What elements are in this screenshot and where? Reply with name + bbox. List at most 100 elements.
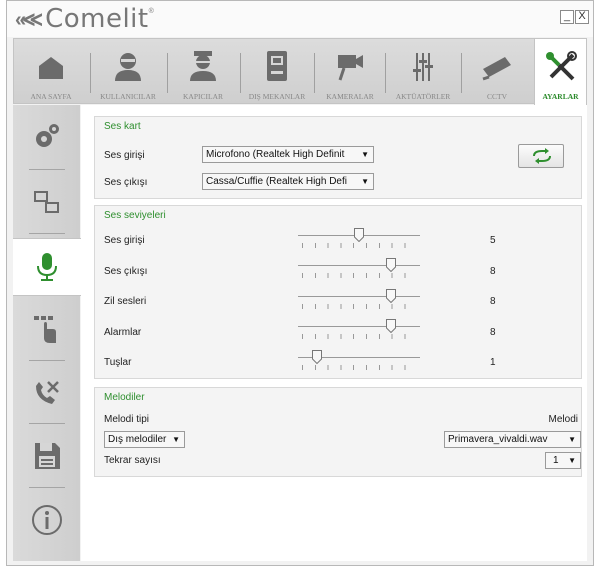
info-icon	[31, 505, 62, 535]
microphone-icon	[37, 253, 57, 281]
logo-registered: ®	[148, 8, 154, 15]
melody-label: Melodi	[548, 414, 578, 425]
actuator-sliders-icon	[413, 53, 433, 81]
melody-type-select[interactable]: Dış melodiler ▼	[104, 431, 185, 448]
nav-settings[interactable]: AYARLAR	[534, 39, 587, 105]
melodies-group: Melodiler Melodi tipi Melodi Dış melodil…	[94, 387, 582, 477]
sound-output-select[interactable]: Cassa/Cuffie (Realtek High Defi ▼	[202, 173, 374, 190]
nav-divider	[314, 53, 315, 93]
logo-text: Comelit	[45, 4, 149, 34]
side-navigation	[13, 105, 81, 561]
slider-thumb[interactable]	[385, 258, 396, 272]
dropdown-arrow-icon: ▼	[361, 177, 369, 186]
phone-tools-icon	[35, 381, 59, 404]
nav-cameras-label: KAMERALAR	[326, 92, 374, 101]
close-button[interactable]: X	[575, 10, 589, 24]
tools-icon	[545, 51, 577, 81]
dropdown-arrow-icon: ▼	[568, 435, 576, 444]
sound-output-value: Cassa/Cuffie (Realtek High Defi	[206, 176, 347, 187]
app-window: «≪ Comelit ® _ X ANA SAYFA KULLANICILAR	[6, 0, 594, 566]
video-camera-icon	[338, 55, 363, 81]
side-item-info[interactable]	[13, 492, 80, 548]
side-divider	[29, 169, 65, 170]
slider-ticks	[302, 334, 416, 339]
nav-doormen[interactable]: KAPICILAR	[169, 39, 237, 105]
slider-ticks	[302, 304, 416, 309]
level-slider[interactable]	[298, 258, 420, 280]
side-item-network[interactable]	[13, 175, 80, 231]
save-icon	[34, 443, 60, 469]
melody-type-value: Dış melodiler	[108, 434, 167, 445]
slider-ticks	[302, 243, 416, 248]
nav-home[interactable]: ANA SAYFA	[14, 39, 88, 105]
level-slider[interactable]	[298, 319, 420, 341]
nav-cctv[interactable]: CCTV	[463, 39, 531, 105]
side-item-audio[interactable]	[13, 238, 81, 296]
nav-divider	[167, 53, 168, 93]
level-slider[interactable]	[298, 228, 420, 250]
sound-input-label: Ses girişi	[104, 150, 145, 161]
side-divider	[29, 360, 65, 361]
slider-ticks	[302, 273, 416, 278]
dropdown-arrow-icon: ▼	[361, 150, 369, 159]
slider-thumb[interactable]	[354, 228, 364, 242]
touch-keypad-icon	[33, 316, 56, 343]
entrance-panel-icon	[267, 51, 287, 81]
side-item-keypad[interactable]	[13, 301, 80, 357]
refresh-button[interactable]	[518, 144, 564, 168]
side-divider	[29, 233, 65, 234]
doorman-icon	[190, 51, 216, 81]
slider-thumb[interactable]	[385, 289, 396, 303]
nav-users-label: KULLANICILAR	[100, 92, 156, 101]
nav-outdoor[interactable]: DIŞ MEKANLAR	[242, 39, 312, 105]
sound-input-value: Microfono (Realtek High Definit	[206, 149, 345, 160]
side-item-save[interactable]	[13, 428, 80, 484]
nav-divider	[385, 53, 386, 93]
level-value: 1	[490, 357, 496, 368]
nav-users[interactable]: KULLANICILAR	[92, 39, 164, 105]
comelit-logo: «≪ Comelit ®	[15, 4, 154, 34]
sound-levels-group: Ses seviyeleri Ses girişi 5 Ses çıkışı 8…	[94, 205, 582, 379]
side-item-phone-tools[interactable]	[13, 365, 80, 421]
level-slider[interactable]	[298, 289, 420, 311]
logo-mark-icon: «≪	[15, 8, 43, 31]
level-value: 8	[490, 327, 496, 338]
repeat-count-select[interactable]: 1 ▼	[545, 452, 581, 469]
level-label: Ses çıkışı	[104, 266, 148, 277]
slider-track	[298, 265, 420, 266]
level-label: Tuşlar	[104, 357, 132, 368]
level-slider[interactable]	[298, 350, 420, 372]
melody-select[interactable]: Primavera_vivaldi.wav ▼	[444, 431, 581, 448]
nav-actuators[interactable]: AKTÜATÖRLER	[387, 39, 459, 105]
slider-track	[298, 296, 420, 297]
minimize-button[interactable]: _	[560, 10, 574, 24]
refresh-icon	[533, 148, 551, 164]
nav-cameras[interactable]: KAMERALAR	[316, 39, 384, 105]
level-value: 8	[490, 296, 496, 307]
top-navigation: ANA SAYFA KULLANICILAR KAPICILAR DIŞ MEK…	[13, 38, 587, 105]
sound-card-group: Ses kart Ses girişi Microfono (Realtek H…	[94, 116, 582, 199]
level-label: Ses girişi	[104, 235, 145, 246]
nav-divider	[240, 53, 241, 93]
nav-cctv-label: CCTV	[486, 92, 507, 101]
nav-actuators-label: AKTÜATÖRLER	[395, 92, 451, 101]
dropdown-arrow-icon: ▼	[568, 456, 576, 465]
dropdown-arrow-icon: ▼	[172, 435, 180, 444]
sound-input-select[interactable]: Microfono (Realtek High Definit ▼	[202, 146, 374, 163]
level-value: 5	[490, 235, 496, 246]
nav-outdoor-label: DIŞ MEKANLAR	[248, 92, 306, 101]
nav-home-label: ANA SAYFA	[30, 92, 72, 101]
sound-levels-title: Ses seviyeleri	[104, 210, 166, 221]
side-divider	[29, 423, 65, 424]
sound-output-label: Ses çıkışı	[104, 177, 148, 188]
nav-doormen-label: KAPICILAR	[182, 92, 223, 101]
audio-settings-panel: Ses kart Ses girişi Microfono (Realtek H…	[81, 105, 587, 561]
slider-thumb[interactable]	[311, 350, 322, 364]
nav-divider	[90, 53, 91, 93]
repeat-count-label: Tekrar sayısı	[104, 455, 161, 466]
side-item-general[interactable]	[13, 108, 80, 164]
slider-thumb[interactable]	[385, 319, 396, 333]
repeat-count-value: 1	[553, 455, 559, 466]
melodies-title: Melodiler	[104, 392, 145, 403]
nav-divider	[461, 53, 462, 93]
